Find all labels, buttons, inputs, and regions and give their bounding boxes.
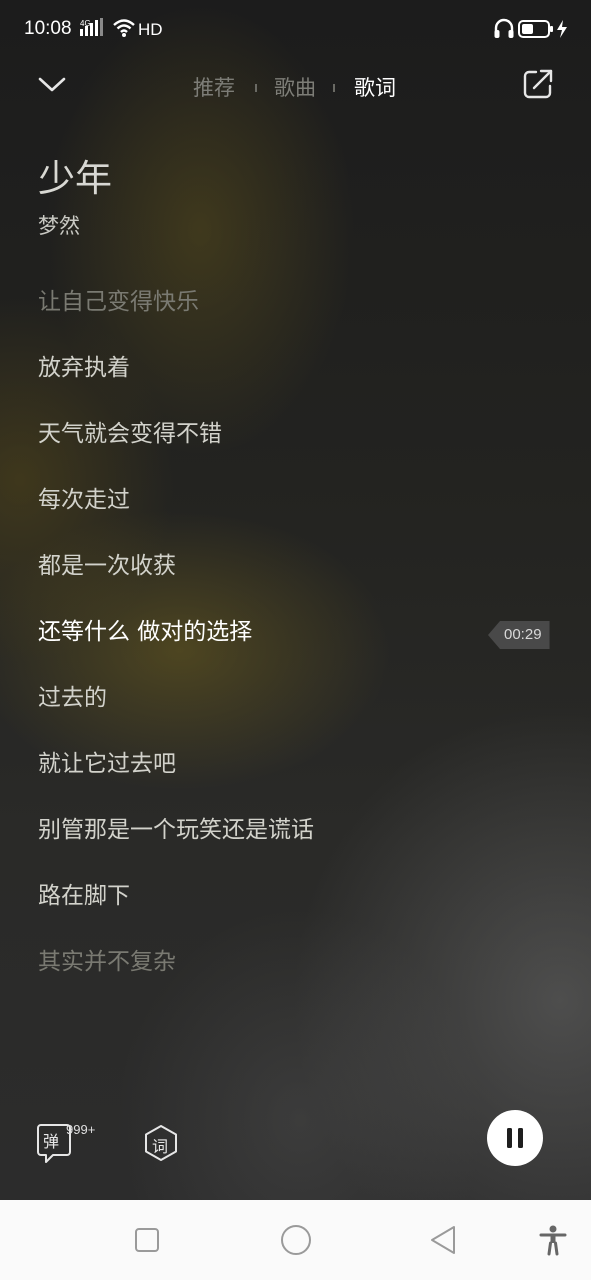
home-icon bbox=[281, 1225, 311, 1255]
lyric-line[interactable]: 每次走过 bbox=[38, 478, 558, 544]
battery-fill bbox=[522, 24, 533, 34]
lyric-line[interactable]: 别管那是一个玩笑还是谎话 bbox=[38, 808, 558, 874]
tab-divider bbox=[255, 84, 257, 92]
pause-button[interactable] bbox=[487, 1110, 543, 1166]
tab-recommend[interactable]: 推荐 bbox=[193, 72, 235, 102]
tab-song[interactable]: 歌曲 bbox=[274, 72, 316, 102]
back-icon bbox=[431, 1226, 455, 1254]
lyric-mode-button[interactable]: 词 bbox=[142, 1124, 180, 1162]
lyric-line[interactable]: 路在脚下 bbox=[38, 874, 558, 940]
danmu-count-badge: 999+ bbox=[66, 1122, 96, 1137]
lyric-line[interactable]: 天气就会变得不错 bbox=[38, 412, 558, 478]
lyric-line[interactable]: 放弃执着 bbox=[38, 346, 558, 412]
recent-apps-button[interactable] bbox=[134, 1227, 160, 1257]
tab-bar: 推荐 歌曲 歌词 bbox=[0, 66, 591, 106]
lyric-mode-label: 词 bbox=[152, 1137, 169, 1156]
signal-icon: 4G bbox=[80, 18, 106, 42]
song-title: 少年 bbox=[38, 157, 112, 200]
lyric-line[interactable]: 过去的 bbox=[38, 676, 558, 742]
wifi-icon bbox=[112, 18, 136, 42]
lyrics-screen: 10:08 4G HD 推荐 歌曲 歌词 少年 梦然 让自己变得快乐 放弃执着 … bbox=[0, 0, 591, 1280]
lyric-line[interactable]: 让自己变得快乐 bbox=[38, 280, 558, 346]
lyric-line[interactable]: 其实并不复杂 bbox=[38, 940, 558, 1006]
lyric-line[interactable]: 都是一次收获 bbox=[38, 544, 558, 610]
charging-icon bbox=[556, 20, 568, 42]
lyric-line[interactable]: 就让它过去吧 bbox=[38, 742, 558, 808]
status-bar: 10:08 4G HD bbox=[0, 0, 591, 60]
danmu-label: 弹 bbox=[43, 1132, 60, 1151]
headphone-icon bbox=[492, 16, 516, 44]
hd-indicator: HD bbox=[138, 20, 163, 39]
back-button[interactable] bbox=[428, 1224, 458, 1260]
lyric-seek-time[interactable]: 00:29 bbox=[488, 621, 550, 649]
share-icon bbox=[523, 69, 553, 99]
lyrics-list[interactable]: 让自己变得快乐 放弃执着 天气就会变得不错 每次走过 都是一次收获 还等什么 做… bbox=[38, 280, 558, 1006]
system-nav-bar bbox=[0, 1200, 591, 1280]
home-button[interactable] bbox=[280, 1224, 312, 1260]
status-time: 10:08 bbox=[24, 18, 72, 39]
battery-icon bbox=[518, 20, 554, 42]
recent-apps-icon bbox=[135, 1228, 159, 1252]
tab-lyrics[interactable]: 歌词 bbox=[354, 72, 396, 102]
accessibility-icon bbox=[539, 1225, 567, 1256]
tab-divider bbox=[333, 84, 335, 92]
song-artist[interactable]: 梦然 bbox=[38, 210, 80, 240]
share-button[interactable] bbox=[520, 66, 556, 102]
lyric-line-current[interactable]: 还等什么 做对的选择 bbox=[38, 610, 558, 676]
pause-icon bbox=[507, 1128, 523, 1148]
accessibility-button[interactable] bbox=[538, 1224, 568, 1260]
